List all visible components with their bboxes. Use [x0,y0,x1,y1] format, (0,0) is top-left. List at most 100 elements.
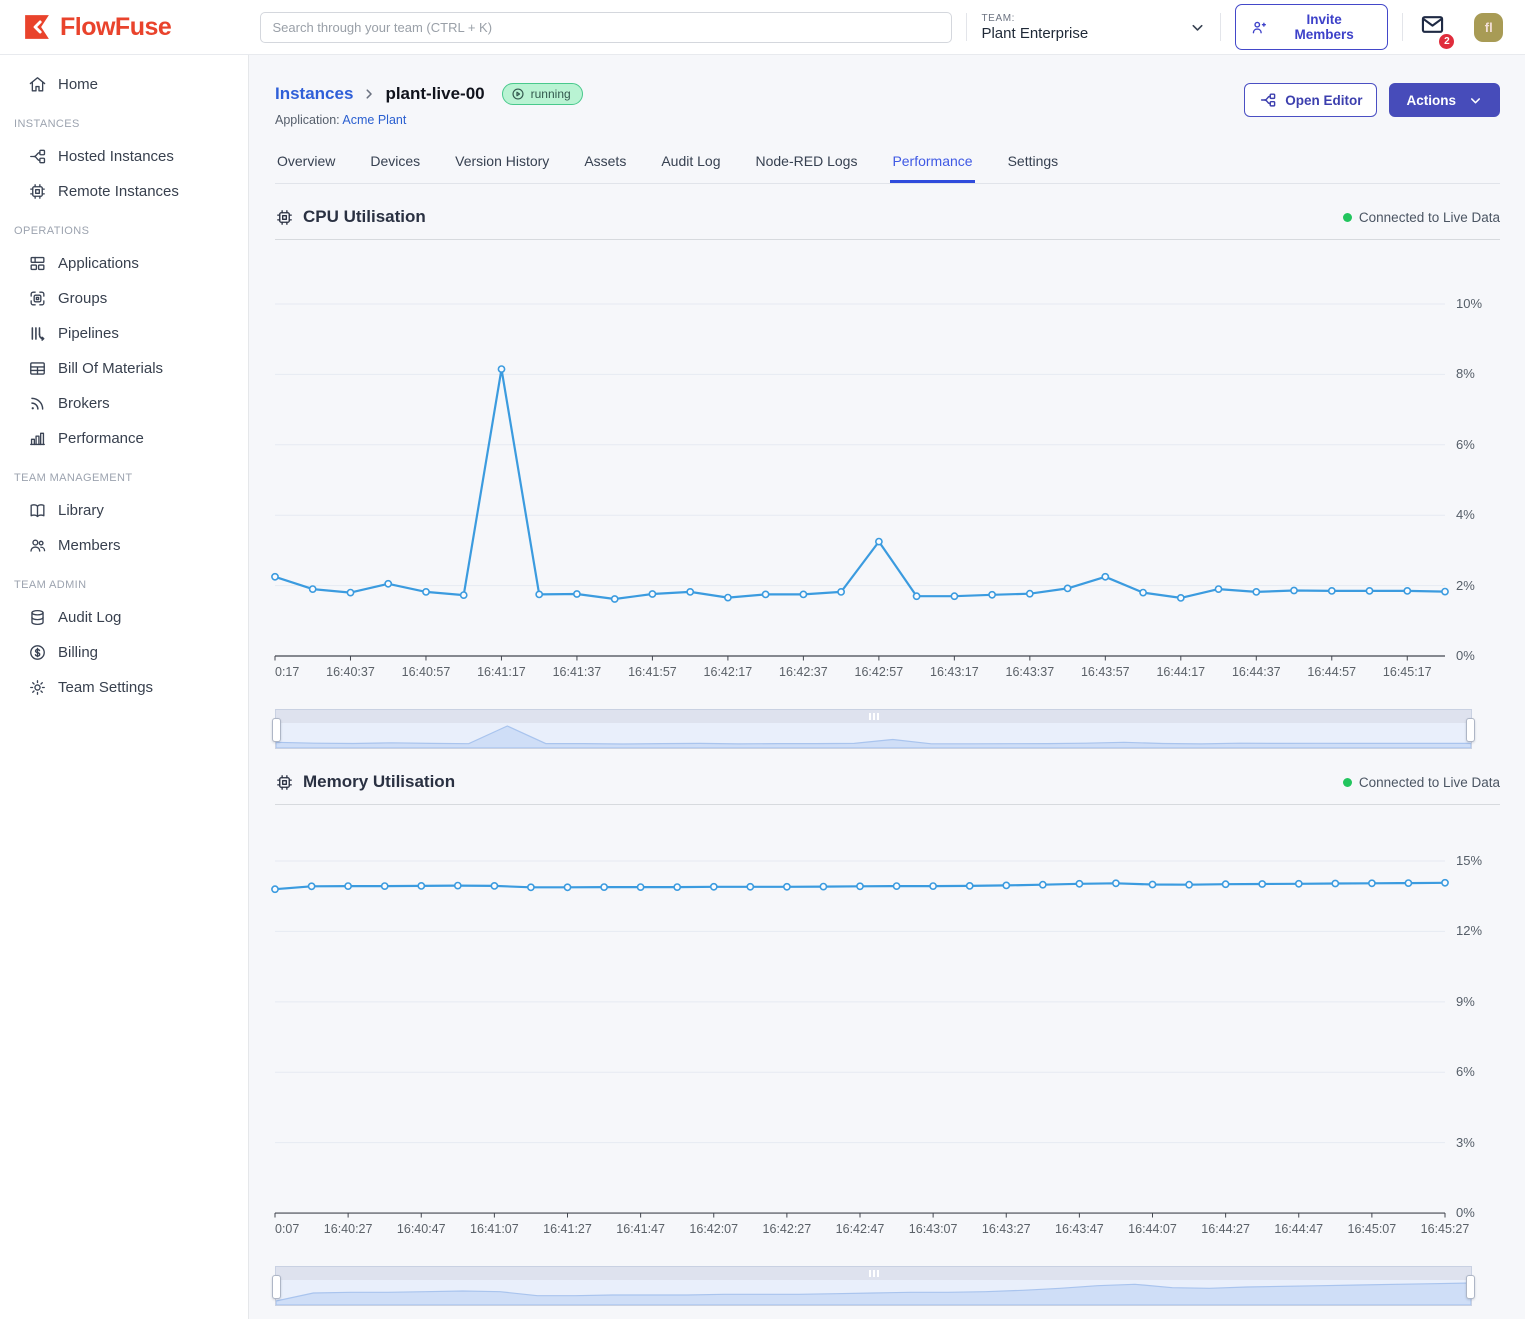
y-axis-label: 9% [1456,994,1475,1009]
sidebar-item-remote-instances[interactable]: Remote Instances [0,174,248,209]
hosted-instances-icon [28,147,47,166]
x-axis-label: 16:43:27 [982,1222,1031,1236]
sidebar-item-audit-log[interactable]: Audit Log [0,600,248,635]
memory-navigator-handle-left[interactable] [272,1275,281,1299]
cpu-range-navigator[interactable] [275,709,1472,749]
memory-data-point [1040,882,1046,888]
x-axis-label: 16:40:37 [326,665,375,679]
memory-data-point [455,883,461,889]
tab-devices[interactable]: Devices [368,145,422,183]
cpu-data-point [310,586,316,592]
members-icon [28,536,47,555]
flowfuse-logo[interactable]: FlowFuse [22,12,260,42]
team-selector[interactable]: TEAM: Plant Enterprise [981,13,1206,42]
cpu-data-point [914,593,920,599]
cpu-chart: 0:1716:40:3716:40:5716:41:1716:41:3716:4… [275,256,1500,684]
cpu-data-point [1140,590,1146,596]
tab-settings[interactable]: Settings [1006,145,1061,183]
page-header: Instances plant-live-00 running Applicat… [275,83,1500,127]
sidebar-item-hosted-instances[interactable]: Hosted Instances [0,139,248,174]
cpu-data-point [725,595,731,601]
main-content: Instances plant-live-00 running Applicat… [250,55,1525,1319]
cpu-navigator-handle-left[interactable] [272,718,281,742]
groups-icon [28,289,47,308]
sidebar-item-library[interactable]: Library [0,493,248,528]
cpu-data-point [461,592,467,598]
memory-data-point [345,883,351,889]
memory-data-point [857,883,863,889]
sidebar-item-brokers[interactable]: Brokers [0,386,248,421]
x-axis-label: 16:44:17 [1156,665,1205,679]
cpu-section-title-text: CPU Utilisation [303,207,426,227]
sidebar-item-team-settings[interactable]: Team Settings [0,670,248,705]
memory-navigator-grip[interactable] [276,1267,1471,1280]
cpu-navigator-handle-right[interactable] [1466,718,1475,742]
instance-name: plant-live-00 [385,84,484,104]
x-axis-label: 16:42:17 [704,665,753,679]
tab-overview[interactable]: Overview [275,145,337,183]
tab-audit-log[interactable]: Audit Log [659,145,722,183]
memory-navigator-handle-right[interactable] [1466,1275,1475,1299]
y-axis-label: 10% [1456,296,1482,311]
cpu-plot-svg [275,256,1445,662]
remote-instances-icon [28,182,47,201]
sidebar-item-label: Performance [58,430,144,447]
chevron-right-icon [362,87,376,101]
brand-text: FlowFuse [60,13,171,42]
instance-tabs: Overview Devices Version History Assets … [275,145,1500,184]
memory-data-point [1186,882,1192,888]
memory-range-navigator[interactable] [275,1266,1472,1306]
x-axis-label: 16:45:17 [1383,665,1432,679]
cpu-navigator-grip[interactable] [276,710,1471,723]
tab-performance[interactable]: Performance [890,145,974,183]
cpu-data-point [800,591,806,597]
sidebar-item-pipelines[interactable]: Pipelines [0,316,248,351]
sidebar-item-label: Groups [58,290,107,307]
separator [1220,13,1221,41]
cpu-section-header: CPU Utilisation Connected to Live Data [275,207,1500,227]
user-plus-icon [1251,19,1268,36]
memory-data-point [528,884,534,890]
breadcrumb-instances-link[interactable]: Instances [275,84,353,104]
memory-data-point [1003,882,1009,888]
play-circle-icon [511,87,525,101]
sidebar-item-applications[interactable]: Applications [0,246,248,281]
topbar-right: TEAM: Plant Enterprise Invite Members 2 … [952,4,1503,50]
tab-node-red-logs[interactable]: Node-RED Logs [754,145,860,183]
search-input[interactable] [260,12,953,43]
tab-assets[interactable]: Assets [582,145,628,183]
memory-data-point [418,883,424,889]
x-axis-label: 16:43:17 [930,665,979,679]
sidebar-item-billing[interactable]: Billing [0,635,248,670]
memory-section-title-text: Memory Utilisation [303,772,455,792]
sidebar-item-bill-of-materials[interactable]: Bill Of Materials [0,351,248,386]
y-axis-label: 0% [1456,648,1475,663]
tab-version-history[interactable]: Version History [453,145,551,183]
y-axis-label: 4% [1456,507,1475,522]
separator [1402,13,1403,41]
sidebar-item-label: Hosted Instances [58,148,174,165]
actions-button[interactable]: Actions [1389,83,1500,117]
chevron-down-icon [1468,93,1483,108]
application-link[interactable]: Acme Plant [342,113,406,127]
x-axis-label: 16:41:27 [543,1222,592,1236]
sidebar: Home INSTANCES Hosted Instances Remote I… [0,55,249,1319]
x-axis-label: 0:17 [275,665,299,679]
cpu-live-status: Connected to Live Data [1343,210,1500,225]
cpu-data-point [649,591,655,597]
notifications-button[interactable]: 2 [1419,11,1446,43]
x-axis-label: 16:43:57 [1081,665,1130,679]
sidebar-item-members[interactable]: Members [0,528,248,563]
invite-members-button[interactable]: Invite Members [1235,4,1388,50]
y-axis-label: 15% [1456,853,1482,868]
sidebar-item-home[interactable]: Home [0,67,248,102]
sidebar-section-title: INSTANCES [0,102,248,139]
sidebar-item-performance[interactable]: Performance [0,421,248,456]
x-axis-label: 16:40:27 [324,1222,373,1236]
memory-data-point [1369,880,1375,886]
memory-live-status: Connected to Live Data [1343,775,1500,790]
sidebar-item-groups[interactable]: Groups [0,281,248,316]
avatar[interactable]: fl [1474,13,1503,42]
memory-navigator-svg [276,1280,1471,1305]
open-editor-button[interactable]: Open Editor [1244,83,1377,117]
